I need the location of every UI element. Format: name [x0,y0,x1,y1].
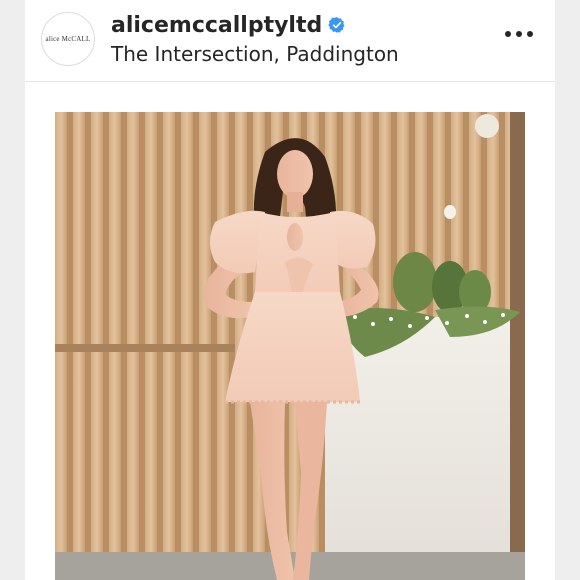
verified-badge-icon [328,16,346,34]
post-header: alice McCALL alicemccallptyltd The Inter… [25,0,555,82]
location-link[interactable]: The Intersection, Paddington [111,42,399,66]
header-divider [25,81,555,82]
photo-illustration [55,112,525,580]
avatar-logo: alice McCALL [45,35,91,43]
post-photo[interactable] [55,112,525,580]
username-link[interactable]: alicemccallptyltd [111,13,322,38]
post-card: alice McCALL alicemccallptyltd The Inter… [25,0,555,580]
avatar[interactable]: alice McCALL [41,12,95,66]
gate-rail [55,344,235,352]
username-row: alicemccallptyltd [111,11,346,39]
more-options-icon[interactable] [505,29,533,39]
